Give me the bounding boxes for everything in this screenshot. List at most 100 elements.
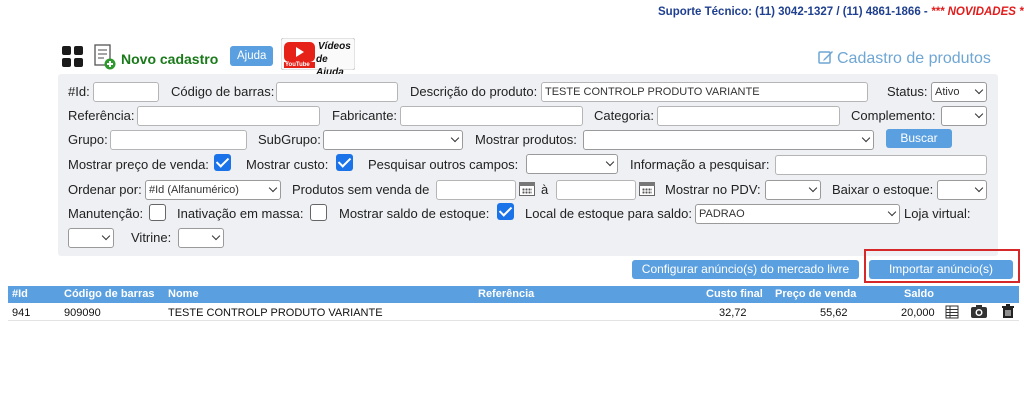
support-text: Suporte Técnico: (11) 3042-1327 / (11) 4… — [658, 6, 931, 18]
virtual-store-label: Loja virtual: — [904, 206, 971, 221]
show-products-label: Mostrar produtos: — [475, 132, 577, 147]
calendar-icon[interactable] — [639, 182, 655, 196]
search-other-select[interactable] — [526, 154, 618, 174]
show-stock-checkbox[interactable] — [497, 203, 514, 220]
chevron-down-icon — [101, 231, 111, 241]
info-search-input[interactable] — [775, 155, 987, 175]
stock-location-select[interactable]: PADRAO — [695, 204, 900, 224]
maintenance-label: Manutenção: — [68, 206, 144, 221]
chevron-down-icon — [268, 183, 278, 193]
show-sale-price-checkbox[interactable] — [214, 154, 231, 171]
maintenance-checkbox[interactable] — [149, 204, 166, 221]
stock-location-value: PADRAO — [699, 208, 745, 220]
barcode-label: Código de barras: — [171, 84, 275, 99]
mass-inactivation-label: Inativação em massa: — [177, 206, 304, 221]
virtual-store-select[interactable] — [68, 228, 114, 248]
category-label: Categoria: — [594, 108, 654, 123]
col-barcode[interactable]: Código de barras — [64, 288, 154, 300]
mass-inactivation-checkbox[interactable] — [310, 204, 327, 221]
category-input[interactable] — [657, 106, 840, 126]
col-name[interactable]: Nome — [168, 288, 199, 300]
col-final-cost[interactable]: Custo final — [706, 288, 763, 300]
status-label: Status: — [887, 84, 928, 99]
new-document-icon[interactable] — [94, 44, 116, 70]
group-label: Grupo: — [68, 132, 108, 147]
chevron-down-icon — [974, 85, 984, 95]
id-input[interactable] — [93, 82, 159, 102]
status-select[interactable]: Ativo — [931, 82, 987, 102]
chevron-down-icon — [211, 231, 221, 241]
description-label: Descrição do produto: — [410, 84, 538, 99]
col-reference[interactable]: Referência — [478, 288, 534, 300]
chevron-down-icon — [887, 207, 897, 217]
cell-balance: 20,000 — [901, 307, 935, 319]
search-other-label: Pesquisar outros campos: — [368, 157, 519, 172]
show-pdv-select[interactable] — [765, 180, 821, 200]
no-sale-to-date[interactable] — [556, 180, 636, 200]
group-input[interactable] — [110, 130, 247, 150]
chevron-down-icon — [605, 157, 615, 167]
lower-stock-select[interactable] — [937, 180, 987, 200]
show-cost-checkbox[interactable] — [336, 154, 353, 171]
description-input[interactable]: TESTE CONTROLP PRODUTO VARIANTE — [541, 82, 868, 102]
chevron-down-icon — [974, 109, 984, 119]
no-sale-label: Produtos sem venda de — [292, 182, 430, 197]
new-record-link[interactable]: Novo cadastro — [121, 51, 218, 67]
calendar-icon[interactable] — [519, 182, 535, 196]
complement-select[interactable] — [941, 106, 987, 126]
page-title-text: Cadastro de produtos — [837, 50, 991, 67]
id-label: #Id: — [68, 84, 90, 99]
table-header: #Id Código de barras Nome Referência Cus… — [8, 286, 1019, 303]
news-link[interactable]: *** NOVIDADES *** — [931, 6, 1024, 18]
order-by-label: Ordenar por: — [68, 182, 142, 197]
chevron-down-icon — [974, 183, 984, 193]
date-separator: à — [541, 182, 549, 197]
help-button[interactable]: Ajuda — [230, 46, 274, 66]
complement-label: Complemento: — [851, 108, 936, 123]
chevron-down-icon — [808, 183, 818, 193]
help-videos-button[interactable]: YouTube Vídeos de Ajuda — [280, 37, 356, 78]
youtube-brand-label: YouTube — [285, 62, 310, 68]
menu-grid-icon[interactable] — [62, 46, 84, 68]
order-by-select[interactable]: #Id (Alfanumérico) — [145, 180, 281, 200]
lower-stock-label: Baixar o estoque: — [832, 182, 934, 197]
no-sale-from-date[interactable] — [436, 180, 516, 200]
show-products-select[interactable] — [583, 130, 874, 150]
status-value: Ativo — [935, 86, 960, 98]
page-title: Cadastro de produtos — [818, 49, 991, 68]
highlight-box — [864, 249, 1020, 283]
reference-label: Referência: — [68, 108, 135, 123]
manufacturer-label: Fabricante: — [332, 108, 398, 123]
configure-ads-button[interactable]: Configurar anúncio(s) do mercado livre — [632, 260, 859, 279]
spreadsheet-icon[interactable] — [945, 305, 959, 319]
subgroup-select[interactable] — [323, 130, 463, 150]
reference-input[interactable] — [137, 106, 320, 126]
col-balance[interactable]: Saldo — [904, 288, 934, 300]
cell-id: 941 — [12, 307, 31, 319]
show-sale-price-label: Mostrar preço de venda: — [68, 157, 209, 172]
chevron-down-icon — [861, 133, 871, 143]
col-sale-price[interactable]: Preço de venda — [775, 288, 856, 300]
chevron-down-icon — [450, 133, 460, 143]
cell-name: TESTE CONTROLP PRODUTO VARIANTE — [168, 307, 383, 319]
cell-barcode: 909090 — [64, 307, 101, 319]
cell-sale-price: 55,62 — [820, 307, 848, 319]
camera-icon[interactable] — [970, 304, 988, 319]
subgroup-label: SubGrupo: — [258, 132, 321, 147]
edit-icon — [818, 51, 833, 64]
col-id[interactable]: #Id — [12, 288, 28, 300]
info-search-label: Informação a pesquisar: — [630, 157, 770, 172]
showcase-label: Vitrine: — [131, 230, 172, 245]
showcase-select[interactable] — [178, 228, 224, 248]
cell-final-cost: 32,72 — [719, 307, 747, 319]
search-button[interactable]: Buscar — [886, 129, 952, 148]
support-line: Suporte Técnico: (11) 3042-1327 / (11) 4… — [658, 6, 1024, 18]
manufacturer-input[interactable] — [400, 106, 583, 126]
barcode-input[interactable] — [276, 82, 398, 102]
table-row[interactable]: 941 909090 TESTE CONTROLP PRODUTO VARIAN… — [8, 303, 1019, 321]
videos-label-1: Vídeos — [318, 41, 351, 52]
show-pdv-label: Mostrar no PDV: — [665, 182, 761, 197]
order-by-value: #Id (Alfanumérico) — [149, 184, 239, 196]
show-stock-label: Mostrar saldo de estoque: — [339, 206, 490, 221]
trash-icon[interactable] — [1001, 304, 1015, 319]
